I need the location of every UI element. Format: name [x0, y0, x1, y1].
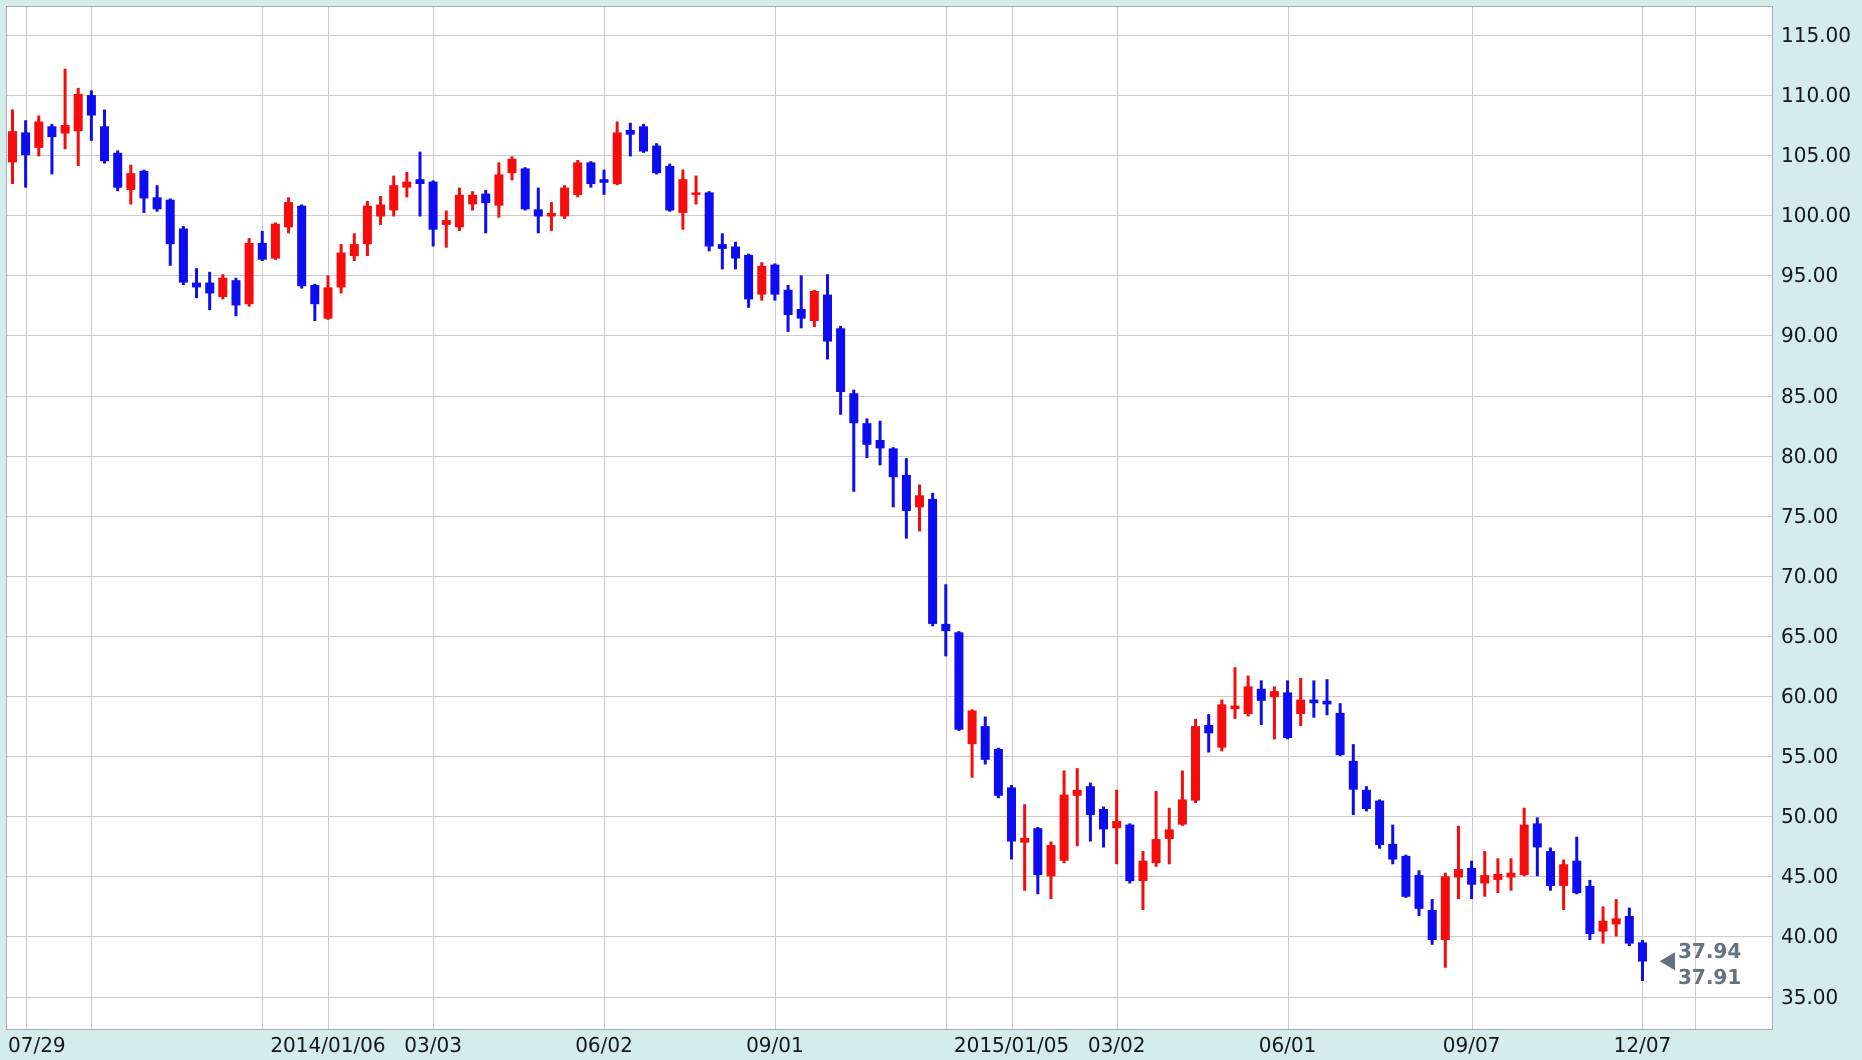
y-axis-label: 50.00	[1781, 804, 1838, 828]
x-axis-label: 06/02	[575, 1033, 633, 1057]
x-axis-label: 09/07	[1443, 1033, 1501, 1057]
y-axis-label: 45.00	[1781, 864, 1838, 888]
y-axis-label: 60.00	[1781, 684, 1838, 708]
last-price-value-2: 37.91	[1678, 964, 1741, 990]
last-price-annotation: 37.94 37.91	[1678, 938, 1741, 990]
x-axis-label: 03/02	[1088, 1033, 1146, 1057]
y-axis-label: 75.00	[1781, 504, 1838, 528]
y-axis-label: 110.00	[1781, 83, 1851, 107]
last-price-value-1: 37.94	[1678, 938, 1741, 964]
x-axis-label: 2014/01/06	[270, 1033, 385, 1057]
y-axis-label: 55.00	[1781, 744, 1838, 768]
chart-plot-svg	[0, 0, 1862, 1060]
y-axis-label: 105.00	[1781, 143, 1851, 167]
y-axis-label: 90.00	[1781, 323, 1838, 347]
candlestick-chart: 115.00 110.00 105.00 100.00 95.00 90.00 85.00 8…	[0, 0, 1862, 1060]
y-axis-label: 95.00	[1781, 263, 1838, 287]
y-axis-label: 85.00	[1781, 384, 1838, 408]
y-axis-label: 65.00	[1781, 624, 1838, 648]
y-axis-label: 35.00	[1781, 985, 1838, 1009]
x-axis-label: 06/01	[1259, 1033, 1317, 1057]
x-axis-label: 12/07	[1614, 1033, 1672, 1057]
x-axis-label: 09/01	[746, 1033, 804, 1057]
x-axis-label: 07/29	[8, 1033, 66, 1057]
y-axis-label: 40.00	[1781, 924, 1838, 948]
y-axis-label: 70.00	[1781, 564, 1838, 588]
x-axis-label: 2015/01/05	[954, 1033, 1069, 1057]
x-axis-label: 03/03	[404, 1033, 462, 1057]
y-axis-label: 115.00	[1781, 23, 1851, 47]
y-axis-label: 80.00	[1781, 444, 1838, 468]
y-axis-label: 100.00	[1781, 203, 1851, 227]
